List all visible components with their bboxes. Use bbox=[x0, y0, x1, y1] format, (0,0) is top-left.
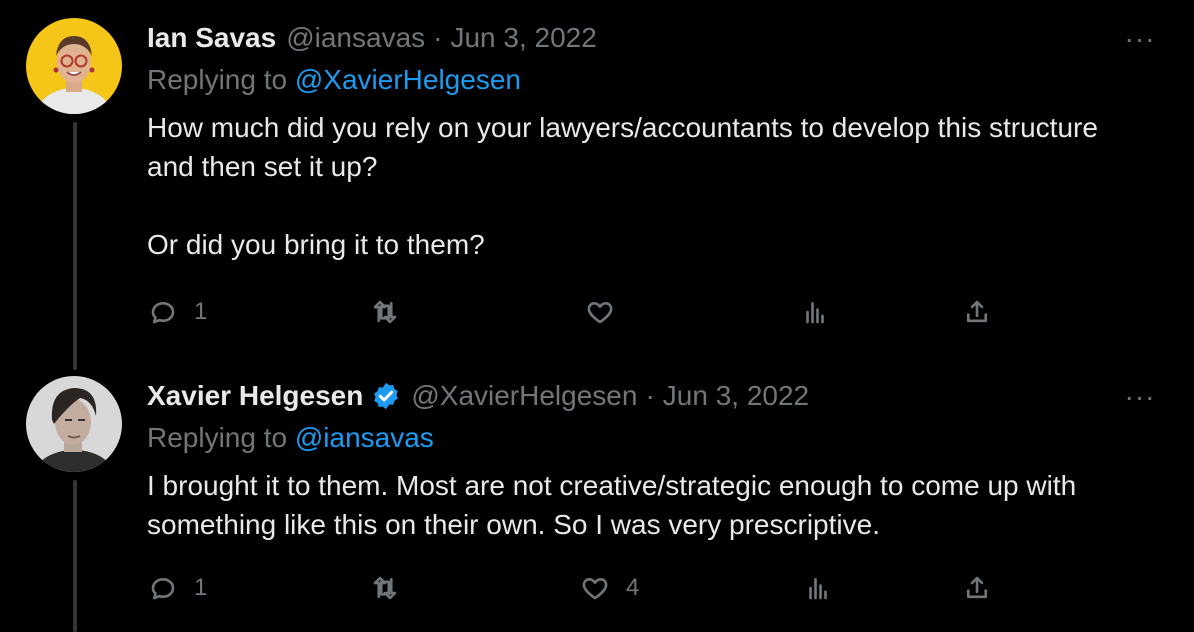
views-button[interactable] bbox=[800, 292, 830, 332]
display-name[interactable]: Xavier Helgesen bbox=[147, 380, 363, 412]
like-button[interactable]: 4 bbox=[580, 568, 639, 608]
tweet-paragraph: Or did you bring it to them? bbox=[147, 229, 485, 260]
views-button[interactable] bbox=[803, 568, 833, 608]
tweet[interactable]: Xavier Helgesen @XavierHelgesen · Jun 3,… bbox=[0, 360, 1194, 632]
share-icon bbox=[966, 300, 988, 323]
repost-icon bbox=[373, 576, 397, 600]
reply-icon bbox=[151, 301, 175, 324]
like-button[interactable] bbox=[585, 292, 631, 332]
action-bar: 1 bbox=[0, 292, 1194, 332]
reply-icon bbox=[151, 577, 175, 600]
share-button[interactable] bbox=[962, 292, 992, 332]
timestamp[interactable]: Jun 3, 2022 bbox=[450, 22, 596, 54]
repost-button[interactable] bbox=[370, 568, 416, 608]
views-icon bbox=[809, 577, 827, 600]
more-icon[interactable]: ··· bbox=[1120, 23, 1160, 54]
timestamp[interactable]: Jun 3, 2022 bbox=[663, 380, 809, 412]
views-icon bbox=[806, 301, 824, 324]
reply-count: 1 bbox=[194, 574, 208, 601]
reply-count: 1 bbox=[194, 298, 208, 325]
like-count: 4 bbox=[626, 574, 640, 601]
reply-button[interactable]: 1 bbox=[148, 292, 207, 332]
mention-link[interactable]: @iansavas bbox=[295, 422, 434, 453]
handle[interactable]: @XavierHelgesen bbox=[411, 380, 637, 412]
share-icon bbox=[966, 576, 988, 599]
avatar[interactable] bbox=[26, 376, 122, 472]
tweet-header: Xavier Helgesen @XavierHelgesen · Jun 3,… bbox=[147, 376, 809, 416]
verified-badge-icon bbox=[371, 381, 401, 411]
share-button[interactable] bbox=[962, 568, 992, 608]
replying-to: Replying to @XavierHelgesen bbox=[147, 64, 521, 96]
handle[interactable]: @iansavas bbox=[286, 22, 425, 54]
tweet[interactable]: Ian Savas @iansavas · Jun 3, 2022 ··· Re… bbox=[0, 0, 1194, 360]
replying-to: Replying to @iansavas bbox=[147, 422, 434, 454]
like-icon bbox=[587, 301, 613, 324]
mention-link[interactable]: @XavierHelgesen bbox=[295, 64, 521, 95]
separator: · bbox=[433, 22, 443, 53]
avatar[interactable] bbox=[26, 18, 122, 114]
tweet-paragraph: I brought it to them. Most are not creat… bbox=[147, 470, 1077, 540]
tweet-paragraph: How much did you rely on your lawyers/ac… bbox=[147, 112, 1098, 182]
reply-button[interactable]: 1 bbox=[148, 568, 207, 608]
repost-icon bbox=[373, 300, 397, 324]
action-bar: 1 4 bbox=[0, 568, 1194, 608]
display-name[interactable]: Ian Savas bbox=[147, 22, 276, 54]
more-icon[interactable]: ··· bbox=[1120, 381, 1160, 412]
tweet-text: How much did you rely on your lawyers/ac… bbox=[147, 108, 1147, 264]
replying-to-label: Replying to bbox=[147, 422, 295, 453]
tweet-header: Ian Savas @iansavas · Jun 3, 2022 bbox=[147, 18, 597, 58]
separator: · bbox=[645, 380, 655, 411]
replying-to-label: Replying to bbox=[147, 64, 295, 95]
tweet-text: I brought it to them. Most are not creat… bbox=[147, 466, 1137, 544]
like-icon bbox=[582, 577, 608, 600]
repost-button[interactable] bbox=[370, 292, 416, 332]
